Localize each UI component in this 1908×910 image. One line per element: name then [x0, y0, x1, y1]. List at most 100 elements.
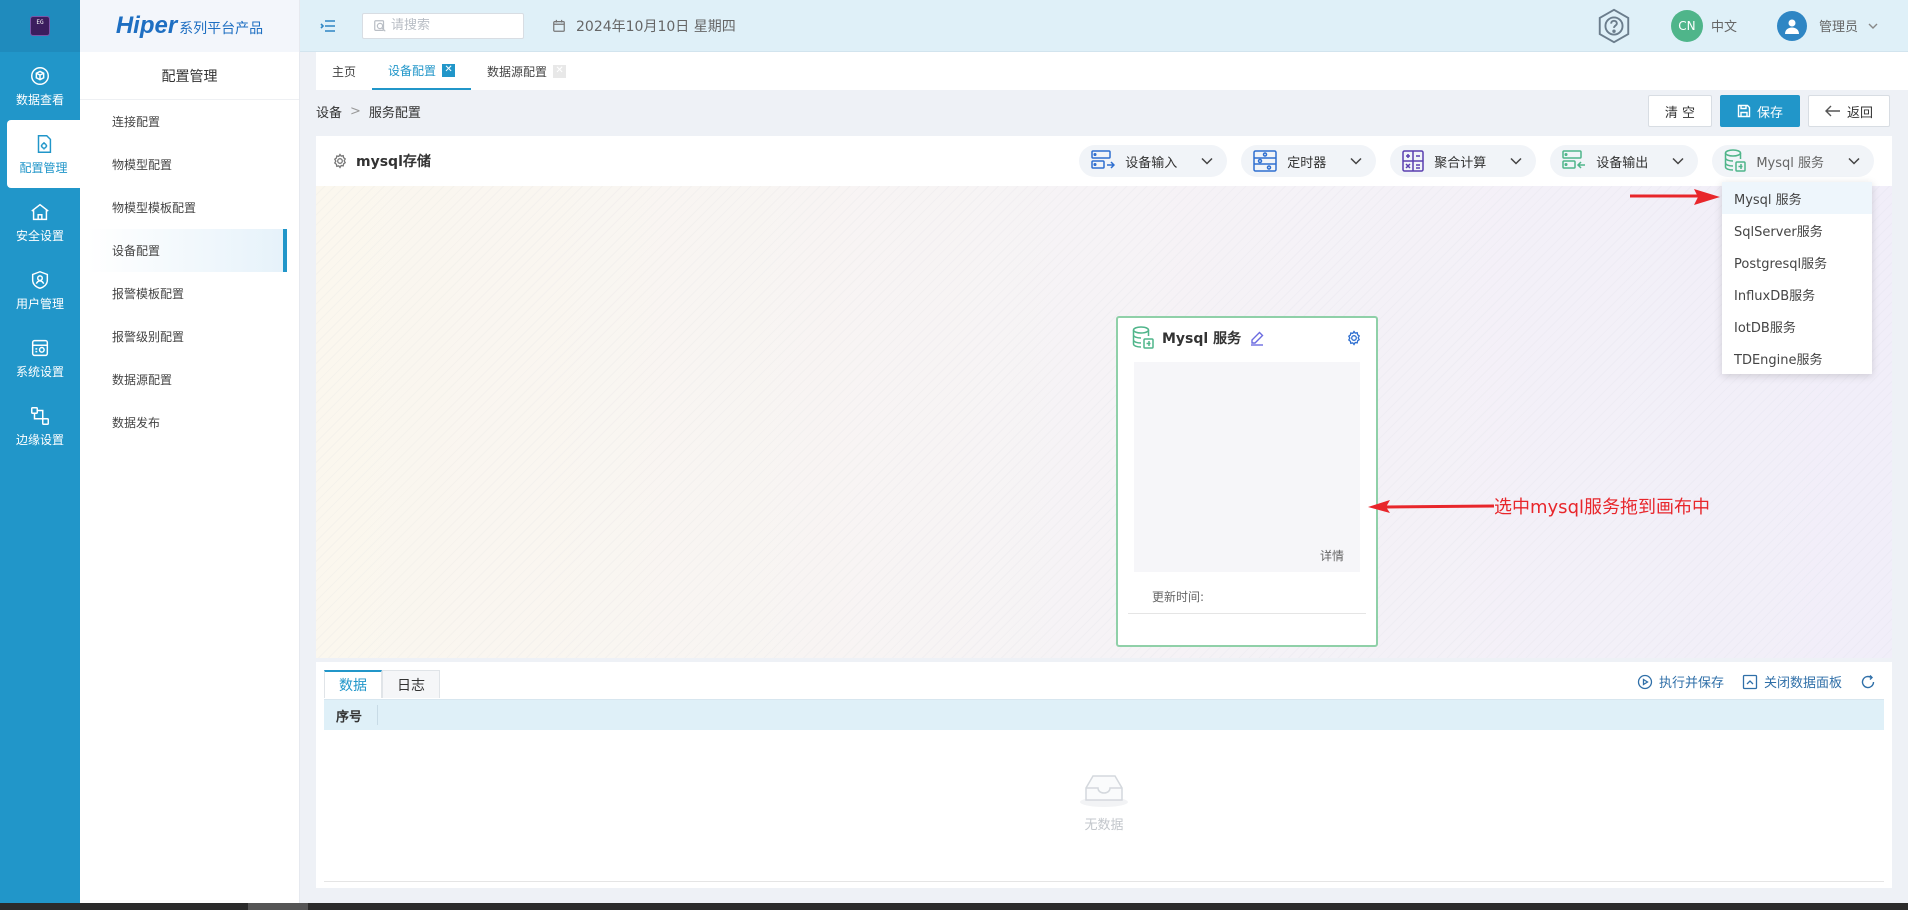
back-button[interactable]: 返回: [1807, 95, 1890, 127]
menu-item-tdengine[interactable]: TDEngine服务: [1722, 342, 1872, 374]
chevron-down-icon: [1350, 157, 1362, 165]
refresh-icon[interactable]: [1860, 674, 1876, 690]
annotation-arrow: [1368, 500, 1494, 513]
service-dropdown-menu: Mysql 服务 SqlServer服务 Postgresql服务 Influx…: [1722, 182, 1872, 374]
breadcrumb-root[interactable]: 设备: [316, 102, 342, 121]
config-sidebar: Hiper 系列平台产品 配置管理 连接配置 物模型配置 物模型模板配置 设备配…: [80, 0, 300, 903]
top-header: 2024年10月10日 星期四 CN 中文 管理员: [300, 0, 1908, 52]
menu-item-mysql[interactable]: Mysql 服务: [1722, 182, 1872, 214]
palette-label: 设备输出: [1596, 155, 1649, 171]
sidebar-item-thing-model-template[interactable]: 物模型模板配置: [80, 186, 299, 229]
clear-button[interactable]: 清 空: [1647, 95, 1712, 127]
date-text: 2024年10月10日 星期四: [576, 18, 736, 35]
mysql-service-node[interactable]: Mysql 服务 详情 更新时间:: [1116, 316, 1378, 647]
rail-item-label: 用户管理: [15, 296, 64, 311]
menu-item-iotdb[interactable]: IotDB服务: [1722, 310, 1872, 342]
tab-data[interactable]: 数据: [324, 670, 382, 698]
sidebar-item-alarm-level[interactable]: 报警级别配置: [80, 315, 299, 358]
tab-label: 数据源配置: [487, 64, 548, 79]
collapse-icon: [1742, 674, 1758, 689]
system-settings-icon: [31, 339, 49, 356]
palette-device-output[interactable]: 设备输出: [1550, 145, 1699, 177]
panel-actions: 执行并保存 关闭数据面板: [1637, 672, 1876, 691]
rail-item-data-view[interactable]: 数据查看: [0, 52, 80, 120]
sidebar-item-data-publish[interactable]: 数据发布: [80, 401, 299, 444]
search-box[interactable]: [362, 12, 524, 39]
language-badge[interactable]: CN: [1670, 9, 1703, 42]
rail-item-label: 系统设置: [15, 364, 64, 379]
breadcrumb: 设备 > 服务配置: [316, 96, 421, 126]
save-button[interactable]: 保存: [1719, 95, 1800, 127]
sidebar-item-connection[interactable]: 连接配置: [80, 100, 299, 143]
gear-icon[interactable]: [1346, 330, 1362, 346]
node-palette: 设备输入 定时器 聚合计算 设备输出 Mysql 服务: [1079, 145, 1874, 177]
language-label[interactable]: 中文: [1711, 16, 1737, 35]
data-panel: 数据 日志 执行并保存 关闭数据面板 序号 无数据: [316, 662, 1892, 888]
cube-icon: [31, 66, 49, 85]
brand-name: Hiper: [115, 12, 178, 39]
close-icon[interactable]: ✕: [442, 63, 456, 77]
user-icon: [1784, 19, 1799, 34]
search-icon: [374, 19, 386, 32]
node-update-time: 更新时间:: [1128, 584, 1366, 614]
rail-item-label: 配置管理: [19, 160, 68, 175]
close-data-panel-button[interactable]: 关闭数据面板: [1742, 672, 1842, 691]
rail-item-users[interactable]: 用户管理: [0, 256, 80, 324]
sidebar-title: 配置管理: [80, 52, 299, 100]
rail-item-security[interactable]: 安全设置: [0, 188, 80, 256]
page-actions: 清 空 保存 返回: [1647, 95, 1890, 127]
palette-device-input[interactable]: 设备输入: [1079, 145, 1228, 177]
menu-toggle-icon[interactable]: [318, 16, 338, 36]
palette-aggregate[interactable]: 聚合计算: [1390, 145, 1537, 177]
rail-item-edge[interactable]: 边缘设置: [0, 392, 80, 460]
database-icon: [1725, 149, 1747, 172]
empty-text: 无数据: [1084, 818, 1124, 833]
user-name[interactable]: 管理员: [1819, 16, 1858, 35]
tab-home[interactable]: 主页: [316, 52, 372, 90]
brand-logo: Hiper 系列平台产品: [80, 0, 299, 52]
help-icon[interactable]: [1595, 7, 1633, 45]
search-input[interactable]: [391, 18, 511, 33]
rail-item-config[interactable]: 配置管理: [7, 120, 80, 188]
taskbar-item[interactable]: [248, 903, 308, 910]
close-icon[interactable]: ✕: [553, 64, 567, 78]
palette-service[interactable]: Mysql 服务: [1712, 145, 1874, 177]
edit-icon[interactable]: [1249, 330, 1265, 346]
play-circle-icon: [1637, 674, 1653, 689]
chevron-down-icon: [1510, 157, 1522, 165]
sidebar-item-device-config[interactable]: 设备配置: [88, 229, 287, 272]
palette-timer[interactable]: 定时器: [1241, 145, 1377, 177]
tab-log[interactable]: 日志: [382, 670, 440, 698]
page-tabs: 主页 设备配置 ✕ 数据源配置 ✕: [316, 52, 1908, 90]
rail-item-system[interactable]: 系统设置: [0, 324, 80, 392]
chevron-down-icon: [1672, 157, 1684, 165]
brand-suffix: 系列平台产品: [179, 21, 264, 37]
user-avatar[interactable]: [1776, 10, 1807, 41]
edge-network-icon: [31, 406, 49, 425]
timer-icon: [1253, 150, 1278, 172]
tab-datasource-config[interactable]: 数据源配置 ✕: [471, 52, 582, 90]
sidebar-item-thing-model[interactable]: 物模型配置: [80, 143, 299, 186]
column-header-index: 序号: [324, 705, 378, 725]
calculator-icon: [1402, 150, 1425, 172]
palette-label: 聚合计算: [1434, 155, 1487, 171]
menu-item-sqlserver[interactable]: SqlServer服务: [1722, 214, 1872, 246]
gear-icon[interactable]: [332, 153, 348, 169]
date-display: 2024年10月10日 星期四: [552, 16, 736, 36]
chevron-down-icon: [1848, 157, 1860, 165]
sidebar-item-alarm-template[interactable]: 报警模板配置: [80, 272, 299, 315]
flow-canvas[interactable]: Mysql 服务 详情 更新时间: 选中mysql服务拖到画布中: [316, 186, 1892, 658]
run-and-save-button[interactable]: 执行并保存: [1637, 672, 1724, 691]
node-detail-link[interactable]: 详情: [1320, 547, 1344, 564]
breadcrumb-separator: >: [350, 103, 361, 119]
tab-device-config[interactable]: 设备配置 ✕: [372, 52, 472, 90]
menu-item-influxdb[interactable]: InfluxDB服务: [1722, 278, 1872, 310]
header-right: CN 中文 管理员: [1595, 0, 1908, 51]
flow-toolbar: mysql存储 设备输入 定时器 聚合计算 设备输出 Mysql 服务: [316, 136, 1892, 186]
palette-label: Mysql 服务: [1756, 155, 1824, 171]
annotation-text: 选中mysql服务拖到画布中: [1494, 497, 1710, 518]
menu-item-postgresql[interactable]: Postgresql服务: [1722, 246, 1872, 278]
table-header: 序号: [324, 700, 1884, 730]
sidebar-item-datasource[interactable]: 数据源配置: [80, 358, 299, 401]
chevron-down-icon[interactable]: [1868, 22, 1878, 30]
